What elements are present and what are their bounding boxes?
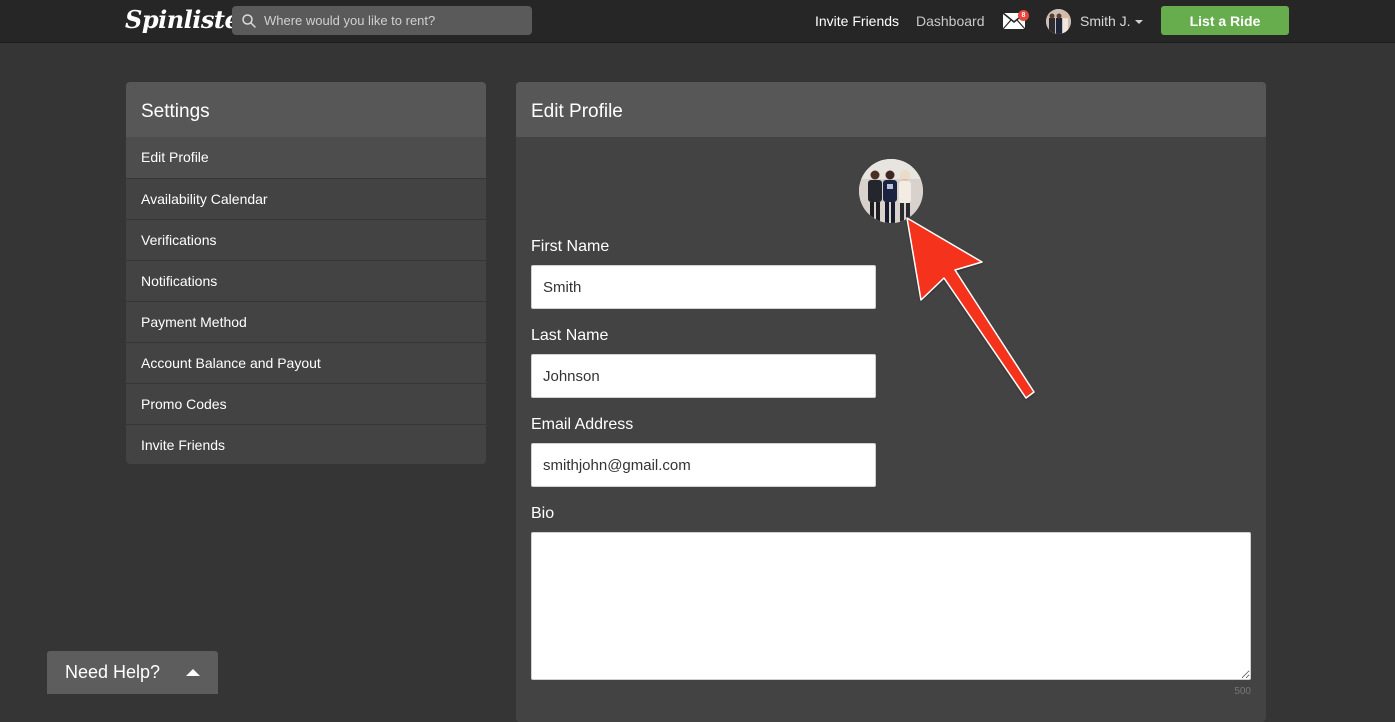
sidebar-item-account-balance[interactable]: Account Balance and Payout bbox=[126, 342, 486, 383]
sidebar-item-verifications[interactable]: Verifications bbox=[126, 219, 486, 260]
first-name-field[interactable] bbox=[531, 265, 876, 309]
email-field[interactable] bbox=[531, 443, 876, 487]
sidebar-item-edit-profile[interactable]: Edit Profile bbox=[126, 137, 486, 178]
search-input[interactable] bbox=[262, 12, 522, 29]
email-label: Email Address bbox=[531, 416, 634, 433]
chevron-up-icon bbox=[186, 669, 200, 676]
search-box[interactable] bbox=[232, 6, 532, 35]
settings-menu: Edit Profile Availability Calendar Verif… bbox=[126, 137, 486, 464]
edit-profile-title: Edit Profile bbox=[516, 82, 1266, 137]
sidebar-item-invite-friends[interactable]: Invite Friends bbox=[126, 424, 486, 464]
first-name-label: First Name bbox=[531, 238, 610, 255]
sidebar-item-payment-method[interactable]: Payment Method bbox=[126, 301, 486, 342]
last-name-label: Last Name bbox=[531, 327, 609, 344]
settings-sidebar: Settings Edit Profile Availability Calen… bbox=[126, 82, 486, 464]
edit-profile-panel: Edit Profile First Name Last Name E bbox=[516, 82, 1266, 722]
settings-title: Settings bbox=[126, 82, 486, 137]
mail-count-badge: 8 bbox=[1018, 10, 1029, 21]
bio-char-count: 500 bbox=[1234, 686, 1251, 697]
need-help-label: Need Help? bbox=[65, 662, 161, 682]
sidebar-item-notifications[interactable]: Notifications bbox=[126, 260, 486, 301]
nav-dashboard-link[interactable]: Dashboard bbox=[916, 13, 985, 29]
sidebar-item-availability-calendar[interactable]: Availability Calendar bbox=[126, 178, 486, 219]
bio-label: Bio bbox=[531, 505, 555, 522]
last-name-field[interactable] bbox=[531, 354, 876, 398]
profile-photo[interactable] bbox=[859, 159, 923, 223]
chevron-down-icon[interactable] bbox=[1135, 20, 1143, 24]
need-help-button[interactable]: Need Help? bbox=[47, 651, 218, 694]
user-avatar[interactable] bbox=[1046, 9, 1071, 34]
top-navigation-bar: Spinlister Invite Friends Dashboard 8 Sm… bbox=[0, 0, 1395, 43]
sidebar-item-promo-codes[interactable]: Promo Codes bbox=[126, 383, 486, 424]
nav-invite-friends-link[interactable]: Invite Friends bbox=[815, 13, 899, 29]
search-icon bbox=[242, 13, 256, 28]
user-menu-name[interactable]: Smith J. bbox=[1080, 13, 1131, 29]
bio-textarea[interactable] bbox=[531, 532, 1251, 680]
list-a-ride-button[interactable]: List a Ride bbox=[1161, 6, 1289, 35]
